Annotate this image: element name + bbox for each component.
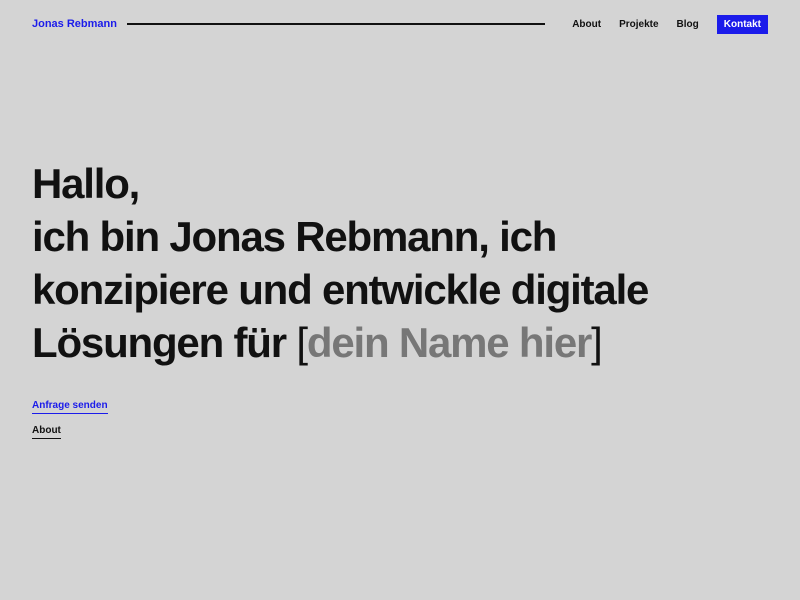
nav-kontakt-button[interactable]: Kontakt <box>716 14 768 34</box>
hero-actions: Anfrage senden About <box>32 395 108 439</box>
site-header: Jonas Rebmann About Projekte Blog Kontak… <box>32 14 768 34</box>
header-divider <box>126 23 546 25</box>
name-placeholder: dein Name hier <box>306 319 592 366</box>
brand-link[interactable]: Jonas Rebmann <box>32 18 117 30</box>
bracket-open: [ <box>296 319 308 366</box>
main-nav: About Projekte Blog Kontakt <box>554 14 768 34</box>
hero-line-greeting: Hallo, <box>32 160 140 207</box>
hero-line-intro: ich bin Jonas Rebmann, ich <box>32 213 557 260</box>
nav-projekte-link[interactable]: Projekte <box>619 19 658 30</box>
hero-line-solutions: Lösungen für <box>32 319 297 366</box>
nav-about-link[interactable]: About <box>572 19 601 30</box>
hero-line-work: konzipiere und entwickle digitale <box>32 266 649 313</box>
nav-blog-link[interactable]: Blog <box>677 19 699 30</box>
hero-heading: Hallo, ich bin Jonas Rebmann, ich konzip… <box>32 157 649 369</box>
bracket-close: ] <box>591 319 603 366</box>
send-request-link[interactable]: Anfrage senden <box>32 400 108 414</box>
about-link[interactable]: About <box>32 425 61 439</box>
